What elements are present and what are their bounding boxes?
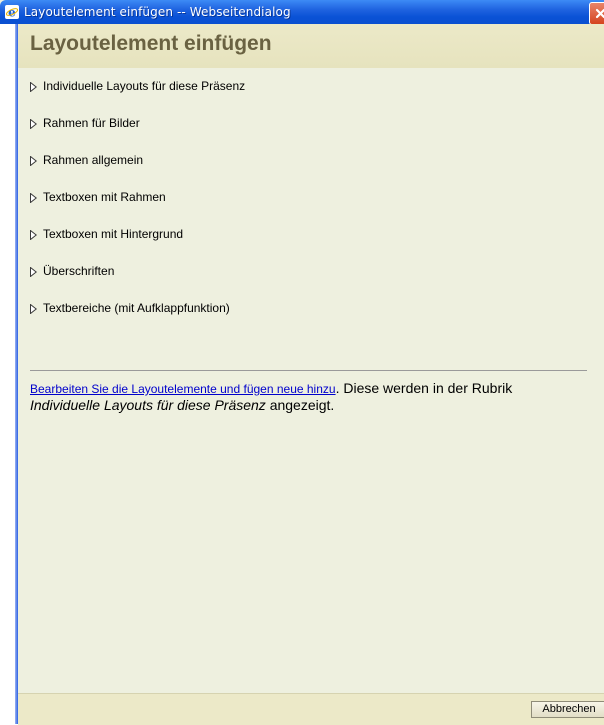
window-title: Layoutelement einfügen -- Webseitendialo…	[24, 5, 291, 19]
dialog-content: Layoutelement einfügen Individuelle Layo…	[18, 24, 604, 725]
cancel-button[interactable]: Abbrechen	[531, 701, 604, 718]
close-button[interactable]	[589, 2, 604, 25]
list-item-label: Textboxen mit Rahmen	[43, 190, 166, 204]
triangle-right-icon	[30, 267, 37, 277]
triangle-right-icon	[30, 193, 37, 203]
dialog-window: e Layoutelement einfügen -- Webseitendia…	[0, 0, 604, 725]
window-left-border	[0, 24, 18, 724]
list-item-label: Überschriften	[43, 264, 115, 278]
list-item-textbereiche[interactable]: Textbereiche (mit Aufklappfunktion)	[30, 301, 590, 338]
title-bar[interactable]: e Layoutelement einfügen -- Webseitendia…	[0, 0, 604, 25]
list-item-label: Individuelle Layouts für diese Präsenz	[43, 79, 246, 93]
triangle-right-icon	[30, 156, 37, 166]
list-item-rahmen-bilder[interactable]: Rahmen für Bilder	[30, 116, 590, 153]
triangle-right-icon	[30, 119, 37, 129]
divider	[30, 370, 587, 371]
list-item-label: Textbereiche (mit Aufklappfunktion)	[43, 301, 230, 315]
internet-explorer-icon: e	[5, 5, 19, 19]
triangle-right-icon	[30, 82, 37, 92]
info-text-end: angezeigt.	[265, 397, 335, 413]
list-item-individuelle-layouts[interactable]: Individuelle Layouts für diese Präsenz	[30, 79, 590, 116]
triangle-right-icon	[30, 304, 37, 314]
list-item-ueberschriften[interactable]: Überschriften	[30, 264, 590, 301]
list-item-label: Rahmen für Bilder	[43, 116, 140, 130]
edit-layouts-link[interactable]: Bearbeiten Sie die Layoutelemente und fü…	[30, 382, 336, 396]
list-item-textboxen-rahmen[interactable]: Textboxen mit Rahmen	[30, 190, 590, 227]
layout-category-list: Individuelle Layouts für diese Präsenz R…	[30, 79, 590, 338]
dialog-footer: Abbrechen	[18, 693, 604, 725]
info-text: Bearbeiten Sie die Layoutelemente und fü…	[30, 380, 590, 413]
page-title: Layoutelement einfügen	[30, 32, 272, 55]
triangle-right-icon	[30, 230, 37, 240]
dialog-header: Layoutelement einfügen	[18, 24, 604, 68]
list-item-rahmen-allgemein[interactable]: Rahmen allgemein	[30, 153, 590, 190]
rubric-name: Individuelle Layouts für diese Präsenz	[30, 397, 266, 413]
info-text-part: . Diese werden in der Rubrik	[335, 380, 513, 396]
list-item-textboxen-hintergrund[interactable]: Textboxen mit Hintergrund	[30, 227, 590, 264]
svg-text:e: e	[8, 6, 16, 18]
list-item-label: Textboxen mit Hintergrund	[43, 227, 184, 241]
list-item-label: Rahmen allgemein	[43, 153, 144, 167]
close-icon	[595, 8, 604, 19]
